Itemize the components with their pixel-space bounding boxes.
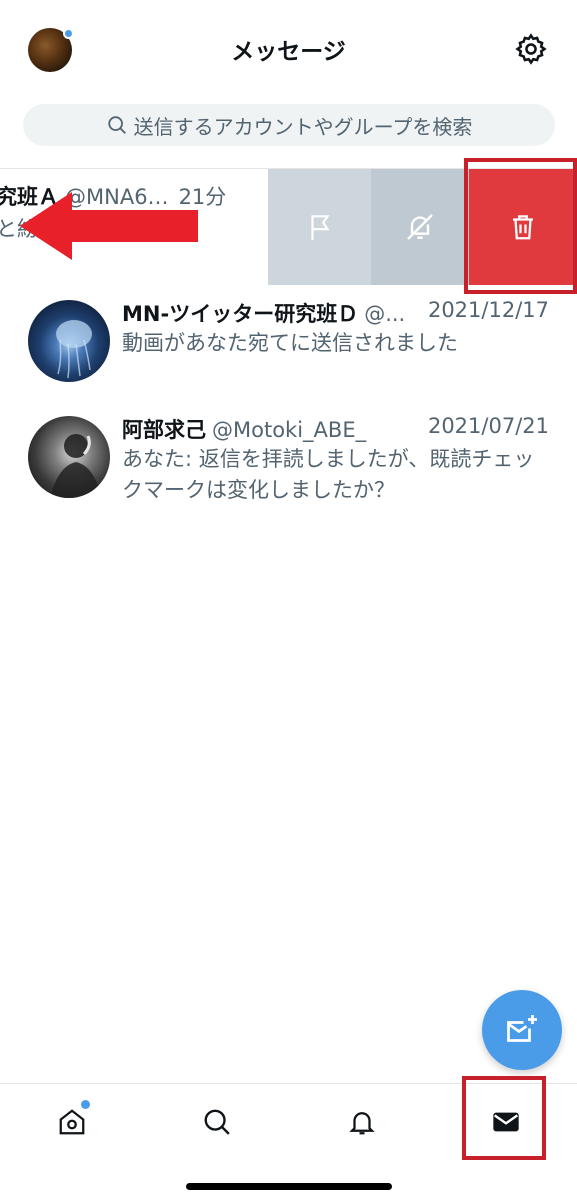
search-icon xyxy=(107,116,126,134)
conversation-handle: @... xyxy=(364,302,406,326)
new-message-icon xyxy=(507,1015,537,1042)
conversation-name: MN-ツイッター研究班Ｄ xyxy=(122,302,359,326)
conversation-preview: あなた: 返信を拝読しましたが、既読チェックマークは変化しましたか？ xyxy=(122,447,535,502)
avatar[interactable] xyxy=(28,416,110,498)
tab-notifications[interactable] xyxy=(342,1102,382,1142)
page-title: メッセージ xyxy=(231,39,346,65)
flag-icon xyxy=(310,215,330,240)
search-input[interactable]: 送信するアカウントやグループを検索 xyxy=(23,104,555,146)
annotation-highlight-delete xyxy=(464,158,577,294)
tab-home[interactable] xyxy=(52,1100,92,1142)
mute-bell-icon xyxy=(407,214,433,240)
search-icon xyxy=(204,1109,230,1135)
annotation-arrow-icon xyxy=(20,192,198,260)
conversation-date: 2021/12/17 xyxy=(427,298,549,322)
conversation-handle: @Motoki_ABE_ xyxy=(212,418,367,442)
annotation-highlight-messages-tab xyxy=(462,1076,546,1160)
conversation-header: MN-ツイッター研究班Ｄ @... xyxy=(122,298,405,328)
header: メッセージ xyxy=(0,0,577,96)
gear-icon[interactable] xyxy=(514,32,548,66)
conversation-date: 2021/07/21 xyxy=(427,414,549,438)
home-icon xyxy=(59,1109,85,1135)
flag-button[interactable] xyxy=(268,169,371,285)
bell-icon xyxy=(349,1112,375,1135)
conversation-preview: 動画があなた宛てに送信されました xyxy=(122,331,458,355)
conversation-name: 阿部求己 xyxy=(122,418,206,442)
new-message-button[interactable] xyxy=(482,990,562,1070)
avatar[interactable] xyxy=(28,300,110,382)
search-placeholder: 送信するアカウントやグループを検索 xyxy=(133,114,473,139)
conversation-item[interactable]: MN-ツイッター研究班Ｄ @... 2021/12/17 動画があなた宛てに送信さ… xyxy=(0,290,577,402)
home-badge xyxy=(81,1100,90,1109)
mute-button[interactable] xyxy=(371,169,469,285)
tab-search[interactable] xyxy=(197,1102,237,1142)
home-indicator xyxy=(186,1183,392,1190)
conversation-header: 阿部求己 @Motoki_ABE_ xyxy=(122,414,366,444)
conversation-item[interactable]: 阿部求己 @Motoki_ABE_ 2021/07/21 あなた: 返信を拝読しま… xyxy=(0,404,577,516)
